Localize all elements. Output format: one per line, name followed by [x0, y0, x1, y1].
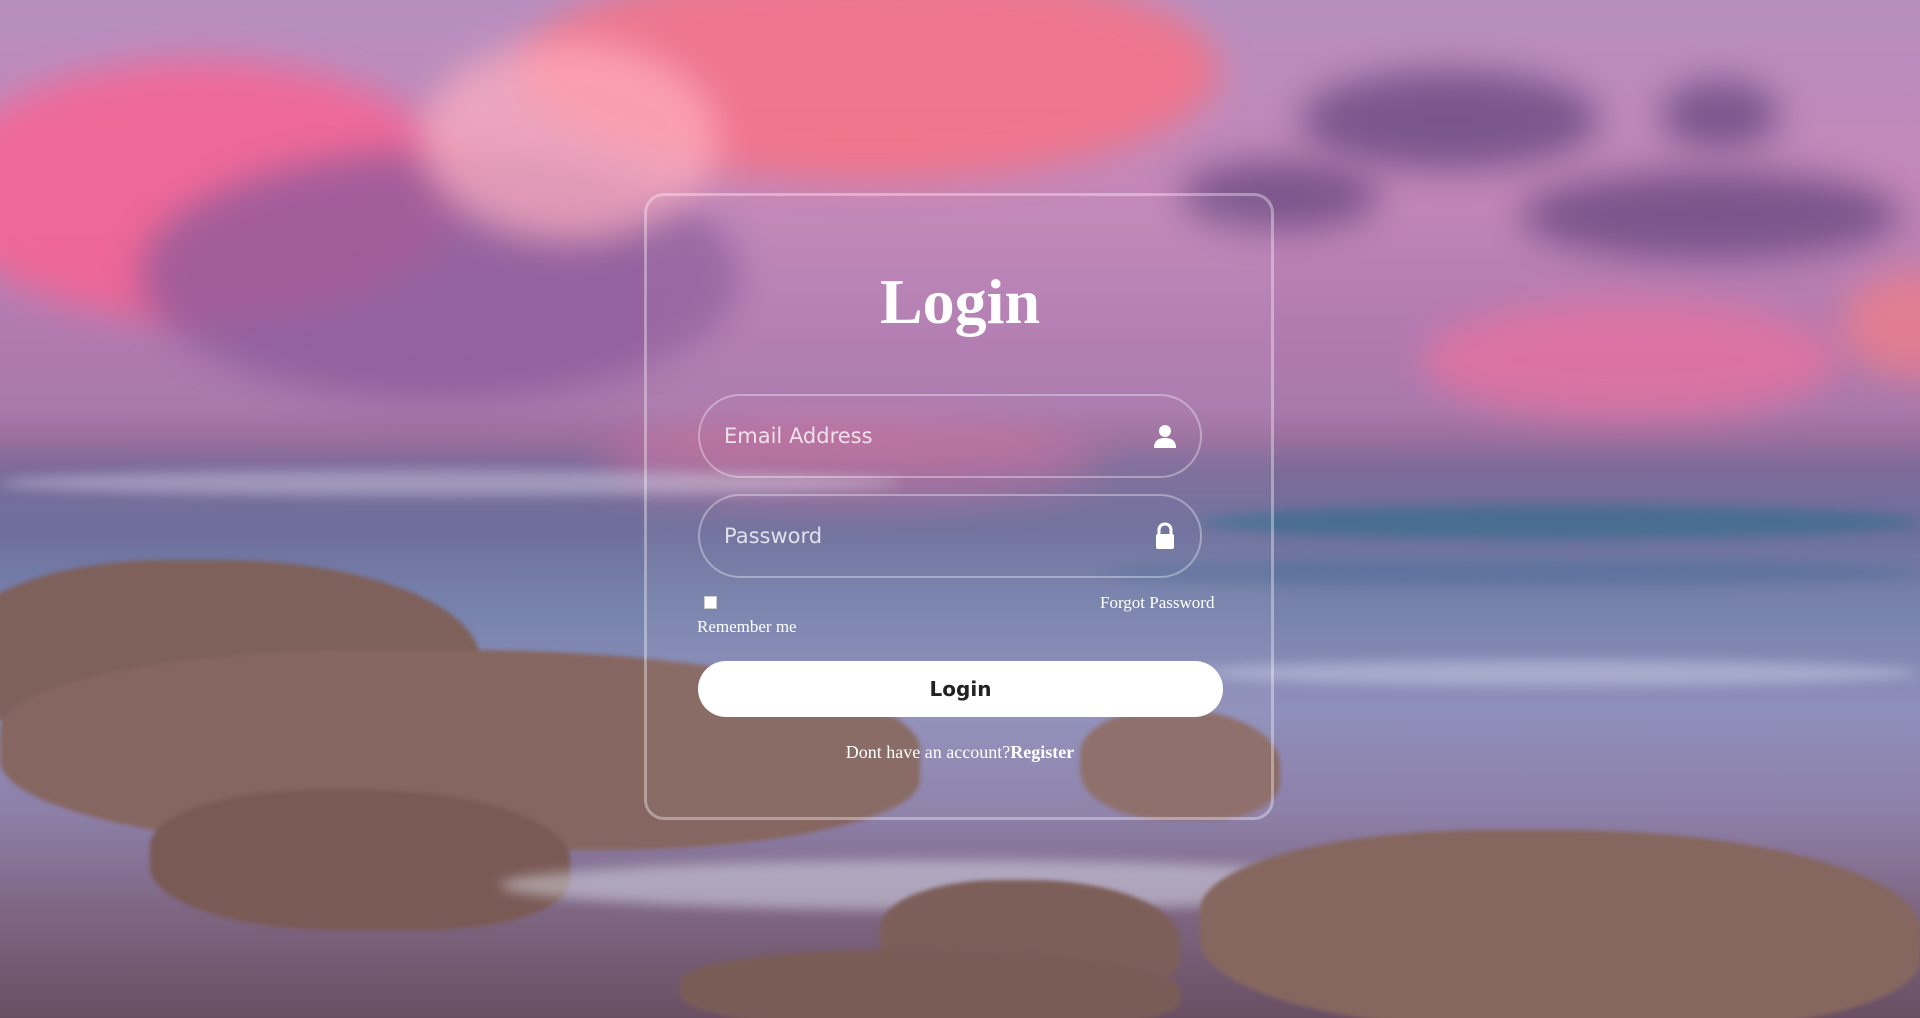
remember-checkbox[interactable]	[704, 596, 717, 609]
wave	[1200, 505, 1920, 539]
lock-icon	[1156, 522, 1174, 549]
password-input[interactable]	[724, 496, 1124, 576]
forgot-password-link[interactable]: Forgot Password	[1100, 593, 1214, 613]
rock	[150, 790, 570, 930]
email-field-wrapper	[698, 394, 1202, 478]
cloud	[1300, 70, 1600, 170]
register-link[interactable]: Register	[1010, 742, 1074, 762]
email-input[interactable]	[724, 396, 1124, 476]
cloud	[1520, 170, 1900, 260]
login-button[interactable]: Login	[698, 661, 1223, 717]
remember-label[interactable]: Remember me	[697, 617, 797, 637]
password-field-wrapper	[698, 494, 1202, 578]
register-prompt: Dont have an account?	[845, 742, 1011, 762]
user-icon	[1154, 425, 1176, 448]
wave	[1200, 660, 1920, 686]
login-title: Login	[879, 266, 1041, 337]
register-prompt-line: Dont have an account?Register	[0, 742, 1920, 763]
cloud	[1660, 80, 1780, 150]
rock	[1200, 830, 1920, 1018]
